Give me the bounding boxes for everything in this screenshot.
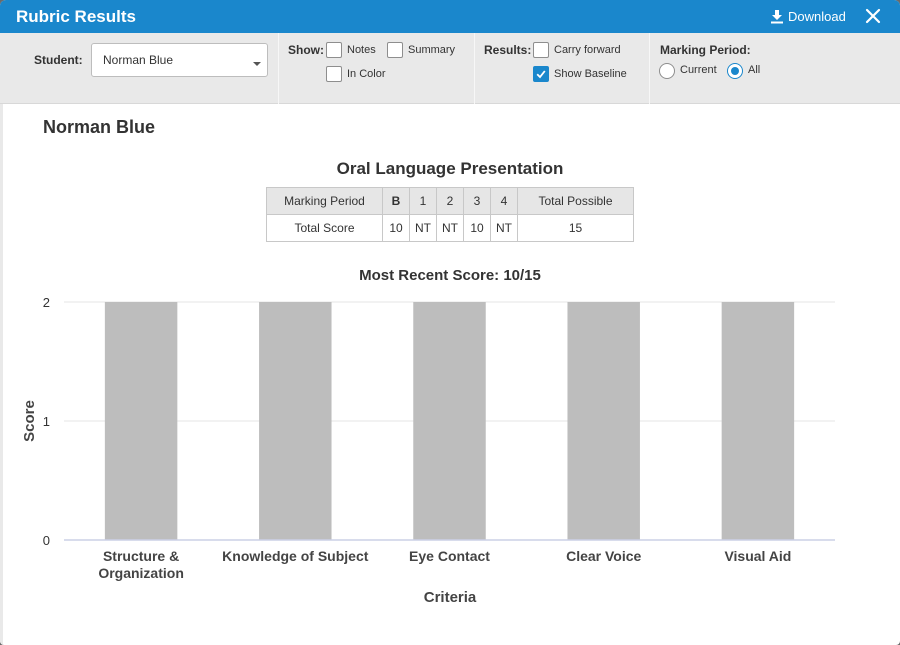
x-tick-label: Structure & Organization — [98, 548, 184, 581]
filter-divider — [474, 33, 475, 104]
download-button[interactable]: Download — [770, 9, 846, 24]
x-tick-label: Eye Contact — [409, 548, 490, 564]
in-color-option-label[interactable]: In Color — [347, 68, 386, 80]
notes-checkbox[interactable] — [326, 42, 342, 58]
rubric-title: Oral Language Presentation — [336, 159, 564, 178]
show-label: Show: — [288, 43, 324, 57]
table-header-cell: Marking Period — [266, 187, 383, 215]
x-tick-label: Knowledge of Subject — [222, 548, 369, 564]
student-label: Student: — [34, 53, 83, 67]
student-name-heading: Norman Blue — [43, 117, 156, 137]
x-axis-title: Criteria — [424, 589, 477, 606]
table-header-cell: 4 — [490, 187, 518, 215]
filter-divider — [649, 33, 650, 104]
y-tick-label: 1 — [43, 414, 50, 429]
notes-option-label[interactable]: Notes — [347, 44, 376, 56]
bar — [104, 302, 178, 540]
show-baseline-option-label[interactable]: Show Baseline — [554, 68, 627, 80]
x-tick-label: Visual Aid — [724, 548, 791, 564]
summary-option-label[interactable]: Summary — [408, 44, 455, 56]
dialog-titlebar: Rubric Results Download — [0, 0, 900, 33]
student-select[interactable]: Norman Blue — [91, 43, 268, 77]
table-cell: NT — [436, 214, 464, 242]
carry-forward-checkbox[interactable] — [533, 42, 549, 58]
y-axis-title: Score — [21, 400, 38, 442]
chart-title: Most Recent Score: 10/15 — [359, 267, 541, 284]
table-header-cell: 2 — [436, 187, 464, 215]
bar — [413, 302, 486, 540]
table-header-cell: 1 — [409, 187, 437, 215]
y-tick-label: 2 — [43, 295, 50, 310]
checkmark-icon — [536, 70, 546, 79]
score-bar-chart: 0 1 2 Structure & Organization Knowledge of S… — [21, 295, 835, 606]
table-cell: NT — [490, 214, 518, 242]
table-cell: 10 — [463, 214, 491, 242]
table-cell: 15 — [517, 214, 634, 242]
bar — [721, 302, 795, 540]
bar — [567, 302, 640, 540]
table-cell: Total Score — [266, 214, 383, 242]
marking-period-all-radio[interactable] — [727, 63, 743, 79]
results-label: Results: — [484, 43, 532, 57]
marking-period-current-label[interactable]: Current — [680, 64, 717, 76]
score-table: Marking Period B 1 2 3 4 Total Possible … — [266, 187, 634, 242]
summary-checkbox[interactable] — [387, 42, 403, 58]
marking-period-current-radio[interactable] — [659, 63, 675, 79]
in-color-checkbox[interactable] — [326, 66, 342, 82]
carry-forward-option-label[interactable]: Carry forward — [554, 44, 621, 56]
close-icon[interactable] — [864, 7, 882, 25]
rubric-results-dialog: Rubric Results Download Student: Norman … — [0, 0, 900, 645]
x-tick-label: Clear Voice — [566, 548, 641, 564]
table-row: Total Score 10 NT NT 10 NT 15 — [266, 214, 634, 242]
table-header-cell: Total Possible — [517, 187, 634, 215]
marking-period-all-label[interactable]: All — [748, 64, 760, 76]
table-header-cell: B — [382, 187, 410, 215]
marking-period-label: Marking Period: — [660, 43, 751, 57]
filter-bar: Student: Norman Blue Show: Notes Summary… — [0, 33, 900, 104]
student-select-value: Norman Blue — [103, 53, 174, 67]
show-baseline-checkbox[interactable] — [533, 66, 549, 82]
table-header-cell: 3 — [463, 187, 491, 215]
table-cell: 10 — [382, 214, 410, 242]
table-cell: NT — [409, 214, 437, 242]
filter-divider — [278, 33, 279, 104]
dialog-title: Rubric Results — [16, 7, 136, 26]
score-table-header-row: Marking Period B 1 2 3 4 Total Possible — [266, 187, 634, 215]
download-label: Download — [788, 9, 846, 24]
chevron-down-icon — [253, 62, 261, 66]
y-tick-label: 0 — [43, 533, 50, 548]
download-icon — [771, 10, 783, 24]
bar — [259, 302, 332, 540]
